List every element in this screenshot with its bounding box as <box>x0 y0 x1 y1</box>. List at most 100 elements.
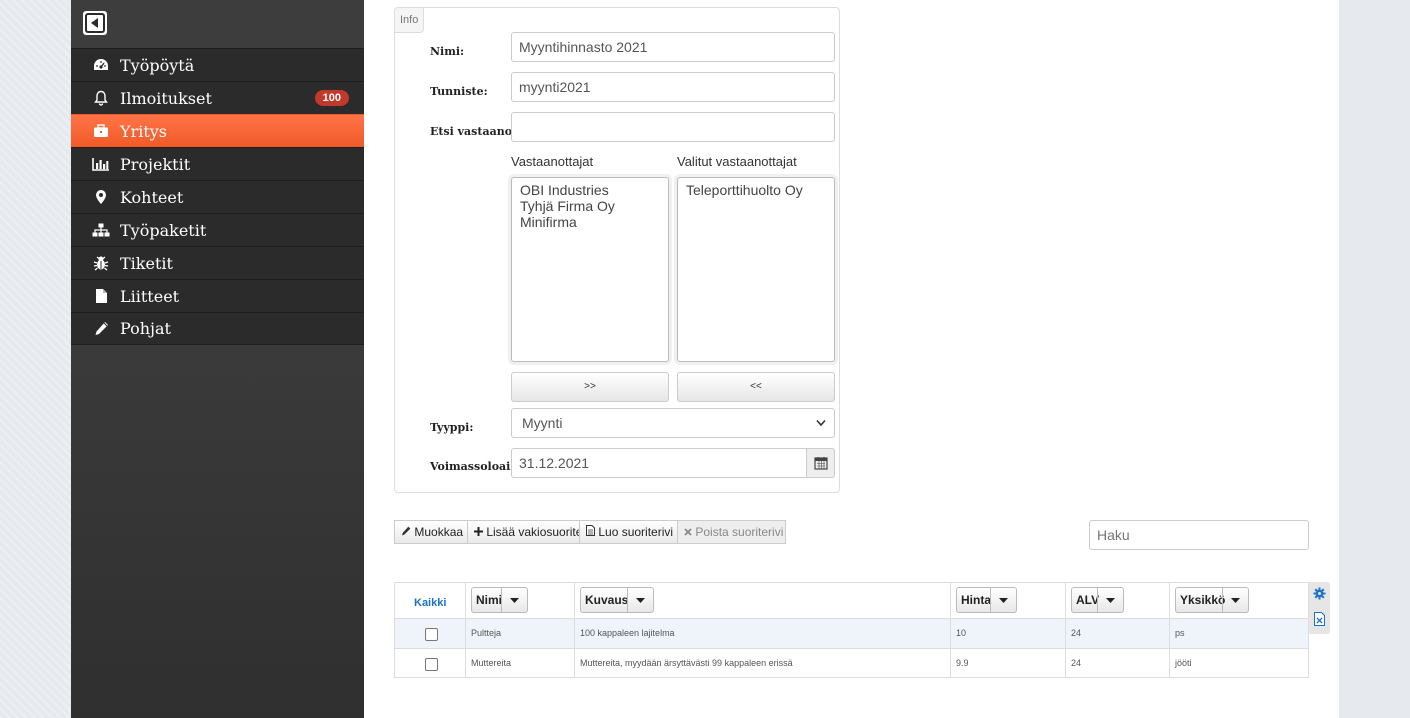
cell-price: 9.9 <box>951 649 1066 678</box>
caret-down-icon <box>501 588 527 612</box>
calendar-icon <box>813 457 828 470</box>
excel-export-icon[interactable] <box>1314 612 1325 626</box>
row-checkbox[interactable] <box>425 628 438 641</box>
briefcase-icon <box>90 124 112 138</box>
calendar-button[interactable] <box>807 448 835 478</box>
select-all-header: Kaikki <box>395 583 466 619</box>
type-select[interactable]: Myynti <box>511 408 835 438</box>
sidebar-item-label: Työpaketit <box>120 220 207 240</box>
sort-yksikko-button[interactable]: Yksikkö <box>1175 587 1249 613</box>
type-label: Tyyppi: <box>430 421 474 434</box>
grid-tools <box>1309 582 1330 634</box>
type-select-value: Myynti <box>522 415 563 431</box>
recipient-search-input[interactable] <box>511 112 835 142</box>
file-icon <box>90 288 112 304</box>
sidebar-item-kohteet[interactable]: Kohteet <box>71 180 364 213</box>
bell-icon <box>90 90 112 106</box>
sidebar-item-label: Kohteet <box>120 187 184 207</box>
delete-row-button[interactable]: Poista suoriterivi <box>677 520 786 544</box>
recipients-list[interactable]: OBI Industries Tyhjä Firma Oy Minifirma <box>511 177 669 362</box>
pencil-icon <box>402 526 411 536</box>
add-recipient-button[interactable]: >> <box>511 372 669 402</box>
sidebar-item-label: Ilmoitukset <box>120 88 212 108</box>
table-row[interactable]: Pultteja 100 kappaleen lajitelma 10 24 p… <box>395 618 1308 648</box>
sidebar-item-yritys[interactable]: Yritys <box>71 114 364 147</box>
sidebar-item-projektit[interactable]: Projektit <box>71 147 364 180</box>
cell-unit: ps <box>1175 628 1185 638</box>
selected-recipients-heading: Valitut vastaanottajat <box>677 154 797 169</box>
name-input[interactable]: Myyntihinnasto 2021 <box>511 32 835 62</box>
sidebar-item-label: Tiketit <box>120 253 173 273</box>
column-header-nimi: Nimi <box>466 583 575 619</box>
cell-description: Muttereita, myydään ärsyttävästi 99 kapp… <box>575 649 951 678</box>
sidebar-item-ilmoitukset[interactable]: Ilmoitukset 100 <box>71 81 364 114</box>
column-header-hinta: Hinta <box>951 583 1066 619</box>
add-default-label: Lisää vakiosuorite <box>486 525 583 539</box>
cell-name: Muttereita <box>466 649 575 678</box>
sidebar-item-tiketit[interactable]: Tiketit <box>71 246 364 279</box>
sitemap-icon <box>90 223 112 237</box>
dashboard-icon <box>90 58 112 72</box>
table-row[interactable]: Muttereita Muttereita, myydään ärsyttävä… <box>395 648 1308 678</box>
sort-nimi-button[interactable]: Nimi <box>471 587 528 613</box>
row-checkbox[interactable] <box>425 658 438 671</box>
chevron-down-icon <box>816 419 826 427</box>
main-content: Info Nimi: Myyntihinnasto 2021 Tunniste:… <box>364 0 1339 718</box>
remove-recipient-button[interactable]: << <box>677 372 835 402</box>
map-marker-icon <box>90 189 112 205</box>
row-select-cell <box>395 649 466 678</box>
column-label: Hinta <box>961 593 991 607</box>
create-row-button[interactable]: Luo suoriterivi <box>579 520 678 544</box>
cell-vat: 24 <box>1066 649 1170 678</box>
plus-icon <box>474 527 483 536</box>
select-all-link[interactable]: Kaikki <box>414 597 446 609</box>
sidebar-item-tyopaketit[interactable]: Työpaketit <box>71 213 364 246</box>
validity-date-input[interactable]: 31.12.2021 <box>511 448 807 478</box>
cell-name: Pultteja <box>466 619 575 648</box>
column-label: Nimi <box>476 593 503 607</box>
grid-search-input[interactable] <box>1089 520 1309 550</box>
caret-down-icon <box>990 588 1016 612</box>
list-item[interactable]: OBI Industries <box>520 182 660 198</box>
edit-label: Muokkaa <box>414 525 464 539</box>
items-table: Kaikki Nimi Kuvaus Hinta ALV Yksikkö Pul… <box>394 582 1309 678</box>
cell-price: 10 <box>951 619 1066 648</box>
list-item[interactable]: Minifirma <box>520 214 660 230</box>
notification-count-badge: 100 <box>314 90 349 106</box>
identifier-input[interactable]: myynti2021 <box>511 72 835 102</box>
sidebar-item-pohjat[interactable]: Pohjat <box>71 312 364 345</box>
sort-kuvaus-button[interactable]: Kuvaus <box>580 587 654 613</box>
sidebar-item-tyopoyta[interactable]: Työpöytä <box>71 48 364 81</box>
column-label: Yksikkö <box>1180 593 1226 607</box>
page-background-right <box>1339 0 1410 718</box>
column-label: ALV <box>1076 593 1100 607</box>
column-label: Kuvaus <box>585 593 629 607</box>
caret-down-icon <box>627 588 653 612</box>
sidebar-item-liitteet[interactable]: Liitteet <box>71 279 364 312</box>
name-label: Nimi: <box>430 45 465 58</box>
info-legend: Info <box>395 8 425 33</box>
sidebar-item-label: Pohjat <box>120 319 171 338</box>
sidebar-toggle-button[interactable] <box>83 11 107 35</box>
caret-down-icon <box>1222 588 1248 612</box>
close-icon <box>684 528 692 536</box>
selected-recipients-list[interactable]: Teleporttihuolto Oy <box>677 177 835 362</box>
sidebar: Työpöytä Ilmoitukset 100 Yritys Projekti… <box>71 0 364 718</box>
gear-icon[interactable] <box>1313 587 1326 600</box>
sort-hinta-button[interactable]: Hinta <box>956 587 1017 613</box>
sidebar-nav: Työpöytä Ilmoitukset 100 Yritys Projekti… <box>71 48 364 345</box>
bar-chart-icon <box>90 157 112 171</box>
recipients-heading: Vastaanottajat <box>511 154 594 169</box>
pencil-icon <box>90 321 112 336</box>
list-item[interactable]: Teleporttihuolto Oy <box>686 182 826 198</box>
add-default-item-button[interactable]: Lisää vakiosuorite <box>467 520 583 544</box>
sort-alv-button[interactable]: ALV <box>1071 587 1124 613</box>
info-fieldset: Info Nimi: Myyntihinnasto 2021 Tunniste:… <box>394 7 840 493</box>
column-header-kuvaus: Kuvaus <box>575 583 951 619</box>
list-item[interactable]: Tyhjä Firma Oy <box>520 198 660 214</box>
row-select-cell <box>395 619 466 648</box>
cell-unit: jööti <box>1175 658 1192 668</box>
edit-button[interactable]: Muokkaa <box>394 520 468 544</box>
sidebar-item-label: Projektit <box>120 154 191 174</box>
identifier-label: Tunniste: <box>430 85 488 98</box>
